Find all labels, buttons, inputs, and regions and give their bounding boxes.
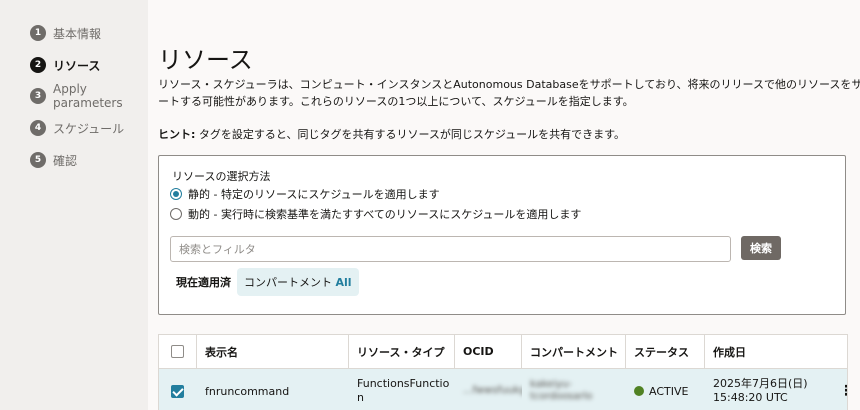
main-content: リソース リソース・スケジューラは、コンピュート・インスタンスとAutonomo…: [148, 0, 860, 410]
table-header: 表示名 リソース・タイプ OCID コンパートメント ステータス 作成日: [159, 335, 847, 369]
status-text: ACTIVE: [649, 384, 689, 398]
description-line: リソース・スケジューラは、コンピュート・インスタンスとAutonomous Da…: [158, 78, 860, 91]
column-header-status[interactable]: ステータス: [626, 335, 705, 368]
resource-selection-panel: リソースの選択方法 静的 - 特定のリソースにスケジュールを適用します 動的 -…: [158, 155, 846, 315]
column-header-type[interactable]: リソース・タイプ: [349, 335, 455, 368]
dynamic-option-label: 動的 - 実行時に検索基準を満たすすべてのリソースにスケジュールを適用します: [188, 208, 582, 221]
chip-value: All: [335, 276, 352, 289]
applied-filters-label: 現在適用済: [176, 276, 231, 289]
cell-compartment-text: kakeiyu-tcordoosarlo: [530, 379, 593, 402]
step-label: Apply parameters: [53, 82, 123, 110]
step-label: リソース: [53, 58, 101, 73]
kebab-menu-icon: ⋮: [845, 383, 847, 399]
cell-compartment: kakeiyu-tcordoosarlo: [522, 369, 626, 410]
column-header-ocid[interactable]: OCID: [455, 335, 522, 368]
step-schedule[interactable]: 4 スケジュール: [30, 119, 124, 137]
step-resources[interactable]: 2 リソース: [30, 56, 100, 74]
resources-table: 表示名 リソース・タイプ OCID コンパートメント ステータス 作成日 fnr…: [158, 334, 848, 410]
table-row[interactable]: fnruncommand FunctionsFunction ...fwwsfu…: [159, 369, 847, 410]
static-option-label: 静的 - 特定のリソースにスケジュールを適用します: [188, 188, 440, 201]
cell-type: FunctionsFunction: [349, 369, 455, 410]
cell-created: 2025年7月6日(日) 15:48:20 UTC: [705, 369, 845, 410]
cell-status: ACTIVE: [626, 369, 705, 410]
page-title: リソース: [158, 46, 253, 74]
page-description: リソース・スケジューラは、コンピュート・インスタンスとAutonomous Da…: [158, 76, 860, 110]
select-all-cell: [159, 335, 197, 368]
step-label: 基本情報: [53, 26, 102, 41]
column-header-compartment[interactable]: コンパートメント: [522, 335, 626, 368]
hint-body: タグを設定すると、同じタグを共有するリソースが同じスケジュールを共有できます。: [195, 128, 626, 141]
column-header-actions: [845, 335, 847, 368]
wizard-steps-nav: 1 基本情報 2 リソース 3 Apply parameters 4 スケジュー…: [0, 0, 148, 410]
applied-filters: 現在適用済 コンパートメント All: [176, 268, 359, 296]
row-actions-menu[interactable]: ⋮: [845, 369, 847, 410]
cell-ocid: ...fwwsfuukgja: [455, 369, 522, 410]
cell-ocid-text: ...fwwsfuukgja: [463, 385, 522, 396]
step-label: 確認: [53, 153, 78, 168]
static-radio[interactable]: [170, 188, 182, 200]
hint-text: ヒント: タグを設定すると、同じタグを共有するリソースが同じスケジュールを共有で…: [158, 126, 625, 142]
static-option[interactable]: 静的 - 特定のリソースにスケジュールを適用します: [170, 186, 440, 202]
hint-label: ヒント:: [158, 128, 196, 141]
description-line: ートする可能性があります。これらのリソースの1つ以上について、スケジュールを指定…: [158, 95, 634, 108]
chip-label: コンパートメント: [244, 276, 336, 289]
dynamic-option[interactable]: 動的 - 実行時に検索基準を満たすすべてのリソースにスケジュールを適用します: [170, 206, 581, 222]
cell-type-text: FunctionsFunction: [357, 377, 450, 404]
step-number: 1: [30, 25, 46, 41]
step-number: 2: [30, 57, 46, 73]
dynamic-radio[interactable]: [170, 208, 182, 220]
step-number: 5: [30, 152, 46, 168]
column-header-name[interactable]: 表示名: [197, 335, 349, 368]
row-checkbox[interactable]: [171, 384, 184, 398]
row-select-cell: [159, 369, 197, 410]
step-apply-parameters[interactable]: 3 Apply parameters: [30, 82, 148, 110]
compartment-filter-chip[interactable]: コンパートメント All: [237, 268, 359, 296]
step-review[interactable]: 5 確認: [30, 151, 77, 169]
step-number: 3: [30, 88, 46, 104]
search-filter-input[interactable]: [170, 236, 731, 262]
selection-method-label: リソースの選択方法: [172, 170, 271, 183]
step-label: スケジュール: [53, 121, 125, 136]
search-button[interactable]: 検索: [741, 236, 781, 260]
step-number: 4: [30, 120, 46, 136]
created-text: 2025年7月6日(日) 15:48:20 UTC: [713, 377, 808, 404]
cell-name: fnruncommand: [205, 384, 290, 398]
step-basic-info[interactable]: 1 基本情報: [30, 24, 101, 42]
select-all-checkbox[interactable]: [171, 345, 184, 358]
column-header-created[interactable]: 作成日: [705, 335, 845, 368]
active-status-icon: [634, 386, 644, 396]
